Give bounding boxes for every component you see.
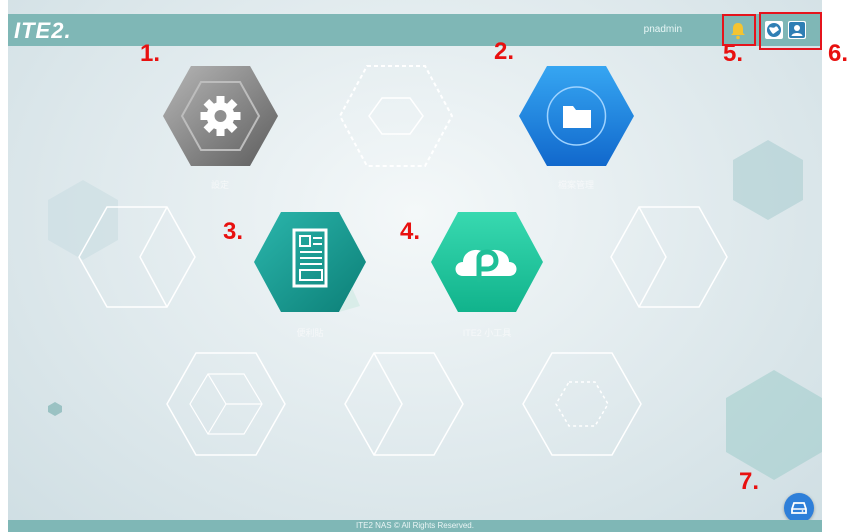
sticky-notes-app-label: 便利貼 — [296, 328, 324, 338]
background-cube-right — [733, 140, 803, 220]
ite2-tools-app-label: ITE2 小工具 — [462, 328, 512, 338]
storage-button[interactable] — [784, 493, 814, 523]
desktop: ITE2. pnadmin 設定 檔案管理 便利貼 ITE2 小工具 ITE2 … — [8, 0, 822, 532]
ite2-tools-app[interactable] — [429, 210, 545, 314]
settings-app-label: 設定 — [210, 180, 229, 190]
decorative-cube-left — [78, 206, 196, 308]
marker-1: 1. — [140, 40, 161, 67]
file-manager-app-label: 檔案管理 — [557, 180, 594, 190]
decorative-cube-chevron — [344, 352, 464, 456]
storage-drive-icon — [791, 502, 807, 514]
marker-7: 7. — [739, 468, 760, 495]
marker-4: 4. — [400, 218, 421, 245]
decorative-cube-dotted — [522, 352, 642, 456]
marker-6: 6. — [828, 40, 849, 67]
top-bar: ITE2. pnadmin — [8, 14, 822, 46]
background-cube-bottom-right — [726, 370, 822, 480]
background-cube-small — [48, 402, 62, 416]
settings-app[interactable] — [163, 66, 278, 166]
footer: ITE2 NAS © All Rights Reserved. — [8, 520, 822, 532]
marker-3: 3. — [223, 218, 244, 245]
highlight-bell-box — [722, 14, 756, 46]
file-manager-app[interactable] — [519, 66, 634, 166]
decorative-cube-right — [610, 206, 728, 308]
marker-2: 2. — [494, 38, 515, 65]
ite2-logo: ITE2. — [14, 18, 72, 43]
decorative-cube-3d — [166, 352, 286, 456]
username-label[interactable]: pnadmin — [644, 24, 682, 35]
highlight-user-icons-box — [759, 12, 822, 50]
empty-hex-slot — [338, 65, 454, 167]
sticky-notes-app[interactable] — [252, 210, 368, 314]
